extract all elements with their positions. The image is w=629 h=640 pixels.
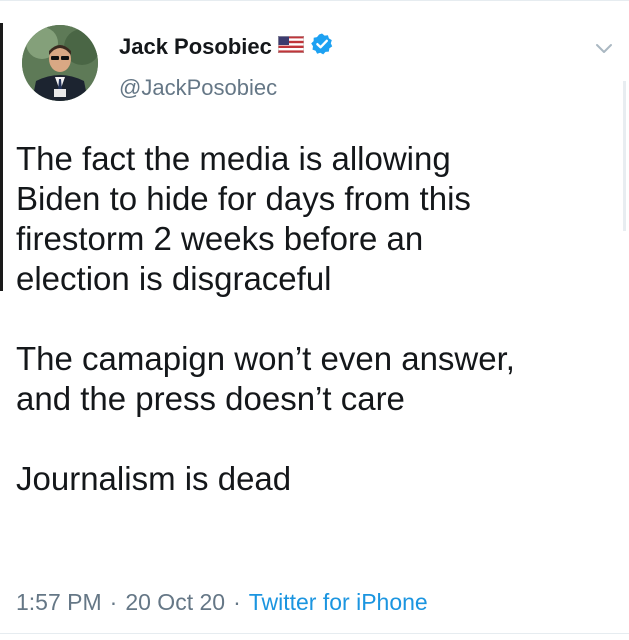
tweet-paragraph: The fact the media is allowing Biden to …	[16, 140, 471, 297]
avatar-image	[22, 25, 98, 101]
meta-separator: ·	[109, 589, 118, 615]
tweet-meta: 1:57 PM · 20 Oct 20 · Twitter for iPhone	[16, 589, 428, 616]
tweet-source-link[interactable]: Twitter for iPhone	[249, 589, 428, 616]
tweet-time[interactable]: 1:57 PM	[16, 589, 102, 616]
tweet-date[interactable]: 20 Oct 20	[125, 589, 225, 616]
author-handle[interactable]: @JackPosobiec	[119, 75, 277, 101]
author-row: Jack Posobiec	[119, 32, 334, 61]
author-name[interactable]: Jack Posobiec	[119, 34, 272, 60]
meta-separator: ·	[233, 589, 241, 615]
scrollbar-track	[623, 81, 626, 231]
chevron-down-icon[interactable]	[595, 43, 613, 55]
left-edge-bar	[0, 23, 3, 291]
tweet-paragraph: Journalism is dead	[16, 460, 292, 497]
verified-badge-icon	[310, 32, 334, 61]
avatar[interactable]	[22, 25, 98, 101]
us-flag-icon	[277, 35, 304, 58]
divider	[0, 633, 629, 634]
tweet-text: The fact the media is allowing Biden to …	[16, 139, 616, 539]
tweet-card: Jack Posobiec @JackPosobiec The fact the	[0, 0, 629, 640]
tweet-paragraph: The camapign won’t even answer, and the …	[16, 340, 515, 417]
